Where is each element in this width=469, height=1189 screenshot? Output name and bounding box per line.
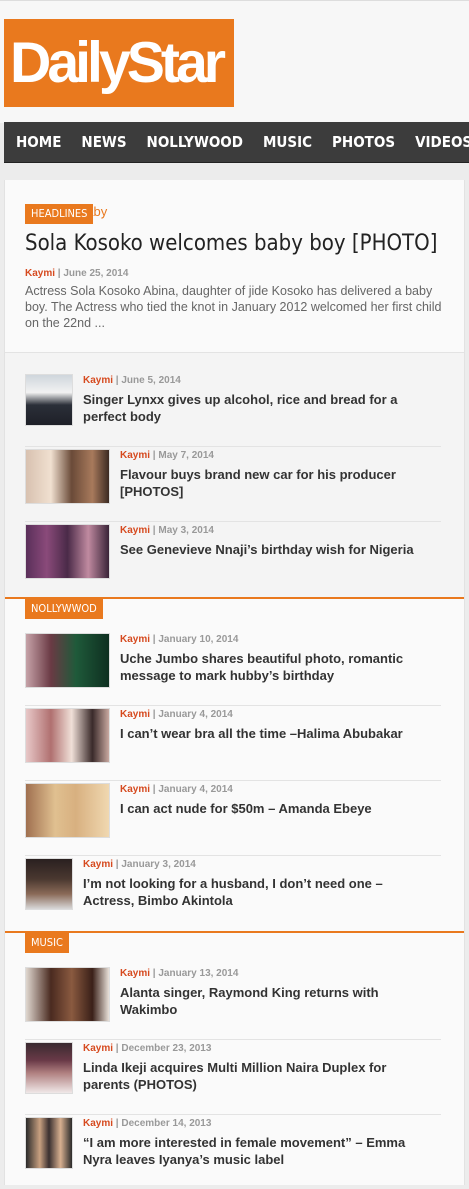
article-thumbnail[interactable]	[25, 858, 73, 910]
item-meta: Kaymi | June 5, 2014	[83, 375, 181, 386]
author-link[interactable]: Kaymi	[120, 968, 150, 979]
item-meta: Kaymi | December 14, 2013	[83, 1118, 211, 1129]
post-date: | June 25, 2014	[55, 268, 129, 279]
post-date: | January 10, 2014	[150, 634, 239, 645]
article-title[interactable]: Linda Ikeji acquires Multi Million Naira…	[83, 1059, 413, 1093]
item-meta: Kaymi | December 23, 2013	[83, 1043, 211, 1054]
author-link[interactable]: Kaymi	[120, 450, 150, 461]
item-meta: Kaymi | January 3, 2014	[83, 859, 196, 870]
post-date: | May 7, 2014	[150, 450, 214, 461]
main-nav: HOMENEWSNOLLYWOODMUSICPHOTOSVIDEOSPO	[4, 122, 469, 163]
site-logo[interactable]: DailyStar	[4, 19, 234, 107]
article-title[interactable]: Uche Jumbo shares beautiful photo, roman…	[120, 650, 425, 684]
post-date: | June 5, 2014	[113, 375, 181, 386]
author-link[interactable]: Kaymi	[120, 634, 150, 645]
item-meta: Kaymi | January 13, 2014	[120, 968, 238, 979]
list-item[interactable]: Kaymi | January 4, 2014 I can act nude f…	[25, 780, 441, 856]
nav-item-home[interactable]: HOME	[4, 122, 71, 162]
author-link[interactable]: Kaymi	[120, 709, 150, 720]
featured-meta: Kaymi | June 25, 2014	[25, 268, 128, 279]
item-meta: Kaymi | January 4, 2014	[120, 709, 233, 720]
list-item[interactable]: Kaymi | May 7, 2014 Flavour buys brand n…	[25, 446, 441, 522]
nav-item-videos[interactable]: VIDEOS	[405, 122, 469, 162]
article-thumbnail[interactable]	[25, 783, 110, 838]
featured-excerpt: Actress Sola Kosoko Abina, daughter of j…	[25, 284, 442, 330]
item-meta: Kaymi | May 7, 2014	[120, 450, 214, 461]
article-title[interactable]: Alanta singer, Raymond King returns with…	[120, 984, 410, 1018]
article-thumbnail[interactable]	[25, 708, 110, 763]
article-title[interactable]: “I am more interested in female movement…	[83, 1134, 413, 1168]
post-date: | May 3, 2014	[150, 525, 214, 536]
author-link[interactable]: Kaymi	[83, 375, 113, 386]
author-link[interactable]: Kaymi	[25, 268, 55, 279]
list-item[interactable]: Kaymi | January 3, 2014 I’m not looking …	[25, 855, 441, 930]
article-thumbnail[interactable]	[25, 524, 110, 579]
article-thumbnail[interactable]	[25, 633, 110, 688]
nollywood-section: NOLLYWWOD Kaymi | January 10, 2014 Uche …	[5, 597, 464, 931]
article-title[interactable]: See Genevieve Nnaji’s birthday wish for …	[120, 541, 430, 558]
nav-item-news[interactable]: NEWS	[71, 122, 136, 162]
article-title[interactable]: Singer Lynxx gives up alcohol, rice and …	[83, 391, 423, 425]
featured-title[interactable]: Sola Kosoko welcomes baby boy [PHOTO]	[25, 230, 455, 258]
nav-item-nollywood[interactable]: NOLLYWOOD	[137, 122, 253, 162]
author-link[interactable]: Kaymi	[83, 859, 113, 870]
main-content: baby HEADLINES Sola Kosoko welcomes baby…	[4, 180, 465, 1185]
nav-item-photos[interactable]: PHOTOS	[322, 122, 405, 162]
post-date: | December 14, 2013	[113, 1118, 212, 1129]
category-badge-music[interactable]: MUSIC	[25, 933, 69, 953]
nav-item-music[interactable]: MUSIC	[253, 122, 322, 162]
item-meta: Kaymi | January 10, 2014	[120, 634, 238, 645]
article-thumbnail[interactable]	[25, 967, 110, 1022]
list-item[interactable]: Kaymi | May 3, 2014 See Genevieve Nnaji’…	[25, 521, 441, 596]
category-badge-nollywood[interactable]: NOLLYWWOD	[25, 599, 103, 619]
author-link[interactable]: Kaymi	[83, 1118, 113, 1129]
article-title[interactable]: I’m not looking for a husband, I don’t n…	[83, 875, 428, 909]
post-date: | January 3, 2014	[113, 859, 196, 870]
list-item[interactable]: Kaymi | January 10, 2014 Uche Jumbo shar…	[25, 630, 441, 706]
section-divider	[5, 931, 464, 933]
author-link[interactable]: Kaymi	[120, 525, 150, 536]
list-item[interactable]: Kaymi | January 13, 2014 Alanta singer, …	[25, 964, 441, 1040]
category-badge-headlines[interactable]: HEADLINES	[25, 204, 94, 224]
post-date: | January 13, 2014	[150, 968, 239, 979]
article-thumbnail[interactable]	[25, 449, 110, 504]
list-item[interactable]: Kaymi | December 23, 2013 Linda Ikeji ac…	[25, 1039, 441, 1115]
article-title[interactable]: I can’t wear bra all the time –Halima Ab…	[120, 725, 430, 742]
site-header: DailyStar	[0, 0, 469, 123]
article-thumbnail[interactable]	[25, 1042, 73, 1094]
list-item[interactable]: Kaymi | January 4, 2014 I can’t wear bra…	[25, 705, 441, 781]
article-title[interactable]: I can act nude for $50m – Amanda Ebeye	[120, 800, 430, 817]
headlines-list: Kaymi | June 5, 2014 Singer Lynxx gives …	[5, 352, 464, 598]
article-thumbnail[interactable]	[25, 1117, 73, 1169]
post-date: | December 23, 2013	[113, 1043, 212, 1054]
article-title[interactable]: Flavour buys brand new car for his produ…	[120, 466, 420, 500]
item-meta: Kaymi | May 3, 2014	[120, 525, 214, 536]
article-thumbnail[interactable]	[25, 374, 73, 426]
post-date: | January 4, 2014	[150, 784, 233, 795]
author-link[interactable]: Kaymi	[83, 1043, 113, 1054]
list-item[interactable]: Kaymi | December 14, 2013 “I am more int…	[25, 1114, 441, 1189]
author-link[interactable]: Kaymi	[120, 784, 150, 795]
post-date: | January 4, 2014	[150, 709, 233, 720]
music-section: MUSIC Kaymi | January 13, 2014 Alanta si…	[5, 931, 464, 1185]
featured-article: baby HEADLINES Sola Kosoko welcomes baby…	[5, 180, 464, 352]
list-item[interactable]: Kaymi | June 5, 2014 Singer Lynxx gives …	[25, 371, 441, 447]
item-meta: Kaymi | January 4, 2014	[120, 784, 233, 795]
